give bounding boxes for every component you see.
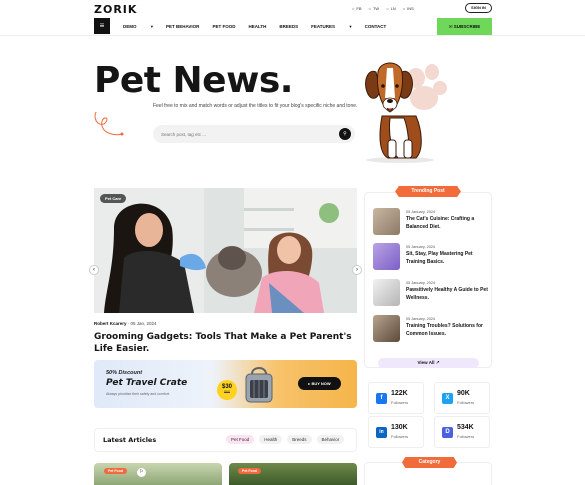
search-input[interactable]	[161, 129, 331, 139]
arrow-icon: ↗	[435, 360, 440, 365]
category-label: Category	[402, 457, 457, 468]
trending-thumbnail	[373, 279, 400, 306]
trending-thumbnail	[373, 208, 400, 235]
trending-item[interactable]: 05 January, 2024 Sit, Stay, Play Masteri…	[373, 243, 493, 271]
trending-title: Training Troubles? Solutions for Common …	[406, 323, 483, 337]
buy-label: BUY NOW	[311, 381, 331, 386]
article-thumbnail[interactable]	[229, 463, 357, 485]
trending-label: Trending Post	[395, 186, 461, 197]
article-badge[interactable]: Pet Food	[238, 468, 261, 474]
social-link-twitter[interactable]: TW	[369, 6, 379, 11]
trending-item[interactable]: 05 January, 2024 Pawsitively Healthy A G…	[373, 279, 493, 307]
nav-label: DEMO	[123, 24, 137, 29]
main-navbar: ≡ DEMO ▾ PET BEHAVIOR PET FOOD HEALTH BR…	[0, 17, 585, 36]
trending-thumbnail	[373, 243, 400, 270]
category-badge[interactable]: Pet Care	[100, 194, 127, 203]
facebook-icon: f	[376, 393, 387, 404]
post-meta: Robert Kcarery · 05 Jan, 2024	[94, 321, 157, 326]
trending-item[interactable]: 05 January, 2024 The Cat's Cuisine: Craf…	[373, 208, 493, 236]
banner-title: Pet Travel Crate	[106, 378, 188, 388]
grooming-photo	[94, 188, 357, 313]
old-price: $60	[224, 390, 230, 394]
social-links: FB TW LN INS	[352, 6, 414, 11]
featured-post-image[interactable]	[94, 188, 357, 313]
bell-icon: ✉	[448, 24, 453, 29]
social-link-facebook[interactable]: FB	[352, 6, 361, 11]
trending-date: 05 January, 2024	[406, 317, 436, 321]
trending-date: 05 January, 2024	[406, 281, 436, 285]
article-thumbnail[interactable]	[94, 463, 222, 485]
nav-item-pet-behavior[interactable]: PET BEHAVIOR	[166, 24, 199, 30]
trending-item[interactable]: 05 January, 2024 Training Troubles? Solu…	[373, 315, 493, 343]
linkedin-stat-card[interactable]: in 130K Followers	[368, 416, 424, 448]
article-badge[interactable]: Pet Food	[104, 468, 127, 474]
hero-title: Pet News.	[94, 60, 293, 101]
nav-item-breeds[interactable]: BREEDS	[279, 24, 298, 30]
social-link-linkedin[interactable]: LN	[386, 6, 396, 11]
main-nav: DEMO ▾ PET BEHAVIOR PET FOOD HEALTH BREE…	[123, 24, 399, 30]
latest-articles-title: Latest Articles	[103, 436, 157, 444]
stat-label: Followers	[457, 400, 475, 405]
nav-item-pet-food[interactable]: PET FOOD	[212, 24, 235, 30]
buy-now-button[interactable]: ▸ BUY NOW	[298, 377, 341, 390]
view-all-label: View All	[417, 360, 435, 365]
chip-pet-food[interactable]: Pet Food	[226, 435, 255, 444]
nav-item-contact[interactable]: CONTACT	[365, 24, 387, 30]
price-badge: $30 $60	[217, 380, 237, 400]
chip-behavior[interactable]: Behavior	[316, 435, 345, 444]
banner-subtitle: Always prioritize their safety and comfo…	[106, 392, 170, 396]
social-link-instagram[interactable]: INS	[403, 6, 414, 11]
discord-stat-card[interactable]: D 534K Followers	[434, 416, 490, 448]
trending-date: 05 January, 2024	[406, 210, 436, 214]
nav-item-demo[interactable]: DEMO ▾	[123, 24, 153, 30]
decorative-squiggle-icon	[94, 111, 124, 136]
sign-in-button[interactable]: SIGN IN	[465, 3, 492, 13]
stat-count: 90K	[457, 390, 470, 397]
stat-label: Followers	[391, 434, 409, 439]
cart-icon: ▸	[308, 381, 311, 386]
post-date: 05 Jan, 2024	[130, 321, 157, 326]
featured-post-title[interactable]: Grooming Gadgets: Tools That Make a Pet …	[94, 331, 364, 355]
banner-discount: 50% Discount	[106, 370, 143, 376]
search-box: ⚲	[153, 125, 355, 143]
beagle-illustration	[365, 62, 447, 163]
trending-title: Pawsitively Healthy A Guide to Pet Welln…	[406, 287, 488, 301]
linkedin-icon: in	[376, 427, 387, 438]
stat-label: Followers	[457, 434, 475, 439]
stat-label: Followers	[391, 400, 409, 405]
discord-icon: D	[442, 427, 453, 438]
trending-thumbnail	[373, 315, 400, 342]
carousel-next-icon[interactable]: ›	[352, 265, 362, 275]
trending-date: 05 January, 2024	[406, 245, 436, 249]
hero-description: Feel free to mix and match words or adju…	[153, 103, 358, 109]
travel-crate-image	[245, 367, 273, 403]
nav-item-health[interactable]: HEALTH	[248, 24, 266, 30]
author-name[interactable]: Robert Kcarery	[94, 321, 127, 326]
article-filter-chips: Pet Food Health Breeds Behavior	[226, 435, 345, 444]
view-all-button[interactable]: View All ↗	[378, 358, 479, 368]
subscribe-button[interactable]: ✉ SUBSCRIBE	[437, 18, 492, 35]
stat-count: 534K	[457, 424, 474, 431]
chip-health[interactable]: Health	[259, 435, 283, 444]
subscribe-label: SUBSCRIBE	[453, 24, 481, 29]
trending-title: Sit, Stay, Play Mastering Pet Training B…	[406, 251, 473, 265]
trending-title: The Cat's Cuisine: Crafting a Balanced D…	[406, 216, 475, 230]
stat-count: 130K	[391, 424, 408, 431]
carousel-prev-icon[interactable]: ‹	[89, 265, 99, 275]
facebook-stat-card[interactable]: f 122K Followers	[368, 382, 424, 414]
x-icon: X	[442, 393, 453, 404]
nav-item-features[interactable]: FEATURES ▾	[311, 24, 351, 30]
chip-breeds[interactable]: Breeds	[287, 435, 312, 444]
stat-count: 122K	[391, 390, 408, 397]
twitter-stat-card[interactable]: X 90K Followers	[434, 382, 490, 414]
nav-label: FEATURES	[311, 24, 336, 29]
top-bar: ZORIK FB TW LN INS SIGN IN	[0, 0, 585, 17]
site-logo[interactable]: ZORIK	[94, 3, 137, 16]
bookmark-icon[interactable]: ⚐	[137, 468, 146, 477]
search-icon[interactable]: ⚲	[339, 128, 351, 140]
hamburger-menu-icon[interactable]: ≡	[94, 18, 110, 34]
